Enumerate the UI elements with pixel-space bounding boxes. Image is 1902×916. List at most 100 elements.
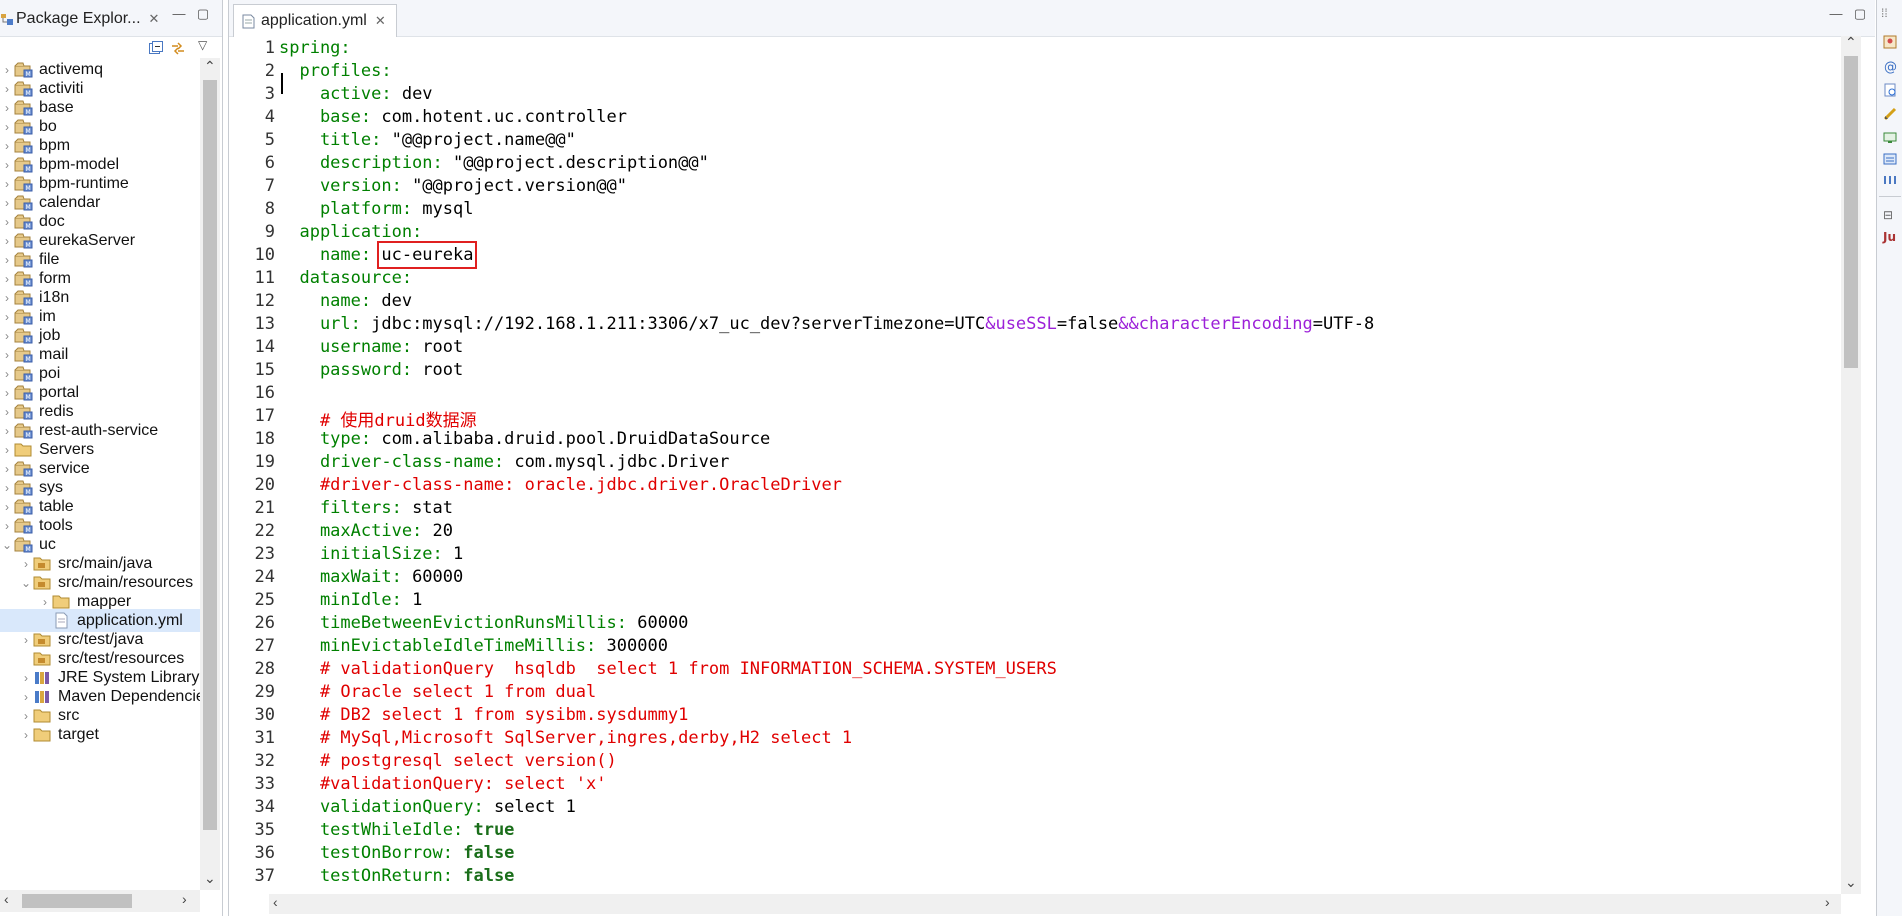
tree-item-label: JRE System Library [ bbox=[58, 668, 200, 686]
code-line: # DB2 select 1 from sysibm.sysdummy1 bbox=[279, 705, 688, 725]
chevron-right-icon[interactable]: › bbox=[0, 348, 14, 362]
progress-icon[interactable] bbox=[1882, 172, 1898, 188]
code-token: #driver-class-name: oracle.jdbc.driver.O… bbox=[279, 475, 842, 495]
chevron-right-icon[interactable]: › bbox=[0, 443, 14, 457]
chevron-right-icon[interactable]: › bbox=[0, 386, 14, 400]
scroll-left-icon[interactable]: ‹ bbox=[4, 891, 9, 907]
tree-vertical-scrollbar[interactable]: ⌃ ⌄ bbox=[200, 58, 220, 890]
chevron-right-icon[interactable]: › bbox=[0, 405, 14, 419]
chevron-right-icon[interactable]: › bbox=[0, 462, 14, 476]
tasks-icon[interactable] bbox=[1882, 106, 1898, 122]
outline-icon[interactable] bbox=[1882, 34, 1898, 50]
tree-item-label: src/main/java bbox=[58, 554, 153, 572]
code-token: title: bbox=[279, 130, 392, 150]
tree-item-label: service bbox=[39, 459, 90, 477]
code-line: active: dev bbox=[279, 84, 433, 104]
editor-horizontal-scrollbar[interactable]: ‹ › bbox=[269, 894, 1841, 914]
scroll-right-icon[interactable]: › bbox=[182, 891, 187, 907]
junit-icon[interactable]: Ju bbox=[1882, 228, 1898, 244]
chevron-right-icon[interactable]: › bbox=[19, 728, 33, 742]
library-icon bbox=[33, 669, 52, 686]
servers-icon[interactable] bbox=[1882, 152, 1898, 168]
console-icon[interactable] bbox=[1882, 130, 1898, 146]
chevron-right-icon[interactable]: › bbox=[0, 367, 14, 381]
chevron-right-icon[interactable]: › bbox=[0, 177, 14, 191]
maximize-icon[interactable]: ▢ bbox=[1853, 7, 1867, 20]
scroll-thumb[interactable] bbox=[1844, 56, 1858, 368]
chevron-right-icon[interactable]: › bbox=[0, 310, 14, 324]
code-token: testWhileIdle: bbox=[279, 820, 474, 840]
package-explorer-tab[interactable]: Package Explor... ✕ bbox=[0, 4, 169, 34]
scroll-down-icon[interactable]: ⌄ bbox=[204, 870, 216, 887]
chevron-right-icon[interactable]: › bbox=[19, 633, 33, 647]
code-editor[interactable]: 1 spring: 2 profiles: 3 active: dev 4 base: … bbox=[229, 36, 1875, 894]
tree-item-label: uc bbox=[39, 535, 56, 553]
svg-text:@: @ bbox=[1884, 60, 1897, 74]
chevron-right-icon[interactable]: › bbox=[0, 120, 14, 134]
chevron-right-icon[interactable]: › bbox=[0, 424, 14, 438]
chevron-right-icon[interactable]: › bbox=[0, 519, 14, 533]
tree-item-label: src/test/resources bbox=[58, 649, 185, 667]
editor-vertical-scrollbar[interactable]: ⌃ ⌄ bbox=[1841, 34, 1861, 894]
chevron-right-icon[interactable]: › bbox=[0, 500, 14, 514]
minimize-icon[interactable]: — bbox=[1829, 7, 1843, 20]
chevron-right-icon[interactable]: › bbox=[19, 690, 33, 704]
package-explorer-title: Package Explor... bbox=[16, 10, 141, 27]
collapse-all-icon[interactable] bbox=[148, 40, 164, 56]
chevron-right-icon[interactable]: › bbox=[0, 101, 14, 115]
project-icon: M bbox=[14, 156, 33, 173]
code-line: name: dev bbox=[279, 291, 412, 311]
chevron-right-icon[interactable]: › bbox=[0, 215, 14, 229]
code-token: 1 bbox=[453, 544, 464, 564]
code-token: jdbc:mysql://192.168.1.211:3306/x7_uc_de… bbox=[371, 314, 986, 334]
chevron-right-icon[interactable]: › bbox=[0, 272, 14, 286]
maximize-icon[interactable]: ▢ bbox=[196, 7, 210, 20]
scroll-thumb[interactable] bbox=[22, 894, 132, 908]
minimize-icon[interactable]: — bbox=[172, 7, 186, 20]
chevron-right-icon[interactable]: › bbox=[0, 63, 14, 77]
chevron-right-icon[interactable]: › bbox=[0, 253, 14, 267]
link-with-editor-icon[interactable] bbox=[170, 40, 186, 56]
editor-tab-application-yml[interactable]: application.yml ✕ bbox=[233, 4, 397, 37]
scroll-thumb[interactable] bbox=[203, 80, 217, 830]
scroll-left-icon[interactable]: ‹ bbox=[273, 894, 278, 910]
chevron-down-icon[interactable]: ⌄ bbox=[0, 538, 14, 552]
code-token: description: bbox=[279, 153, 453, 173]
chevron-right-icon[interactable]: › bbox=[19, 557, 33, 571]
chevron-right-icon[interactable]: › bbox=[0, 82, 14, 96]
view-menu-icon[interactable]: ▽ bbox=[198, 38, 207, 52]
chevron-right-icon[interactable]: › bbox=[19, 709, 33, 723]
scroll-right-icon[interactable]: › bbox=[1825, 894, 1830, 910]
restore-icon[interactable]: ⁞⁞ bbox=[1881, 6, 1888, 20]
scroll-up-icon[interactable]: ⌃ bbox=[204, 58, 216, 75]
editor-tabbar: application.yml ✕ — ▢ bbox=[229, 0, 1875, 37]
close-icon[interactable]: ✕ bbox=[149, 11, 160, 27]
chevron-right-icon[interactable]: › bbox=[19, 671, 33, 685]
tree-item-target[interactable]: › target bbox=[0, 723, 200, 746]
restore-icon[interactable]: ⊟ bbox=[1883, 208, 1893, 222]
close-icon[interactable]: ✕ bbox=[375, 13, 386, 29]
chevron-right-icon[interactable]: › bbox=[0, 234, 14, 248]
chevron-right-icon[interactable]: › bbox=[0, 481, 14, 495]
chevron-right-icon[interactable]: › bbox=[0, 158, 14, 172]
scroll-down-icon[interactable]: ⌄ bbox=[1845, 874, 1857, 891]
chevron-right-icon[interactable]: › bbox=[38, 595, 52, 609]
chevron-right-icon[interactable]: › bbox=[0, 139, 14, 153]
scroll-up-icon[interactable]: ⌃ bbox=[1845, 34, 1857, 51]
line-number: 1 bbox=[264, 38, 275, 58]
chevron-right-icon[interactable]: › bbox=[0, 196, 14, 210]
code-line: datasource: bbox=[279, 268, 412, 288]
chevron-down-icon[interactable]: ⌄ bbox=[19, 576, 33, 590]
chevron-right-icon[interactable]: › bbox=[0, 329, 14, 343]
declaration-icon[interactable] bbox=[1882, 82, 1898, 98]
highlighted-value: uc-eureka bbox=[377, 241, 478, 269]
line-number: 19 bbox=[254, 452, 275, 472]
project-icon: M bbox=[14, 270, 33, 287]
package-explorer-tabbar: Package Explor... ✕ — ▢ bbox=[0, 0, 222, 37]
line-number: 24 bbox=[254, 567, 275, 587]
chevron-right-icon[interactable]: › bbox=[0, 291, 14, 305]
javadoc-icon[interactable]: @ bbox=[1882, 58, 1898, 74]
tree-horizontal-scrollbar[interactable]: ‹ › bbox=[0, 890, 200, 912]
line-number: 17 bbox=[254, 406, 275, 426]
tree-item-label: src bbox=[58, 706, 80, 724]
